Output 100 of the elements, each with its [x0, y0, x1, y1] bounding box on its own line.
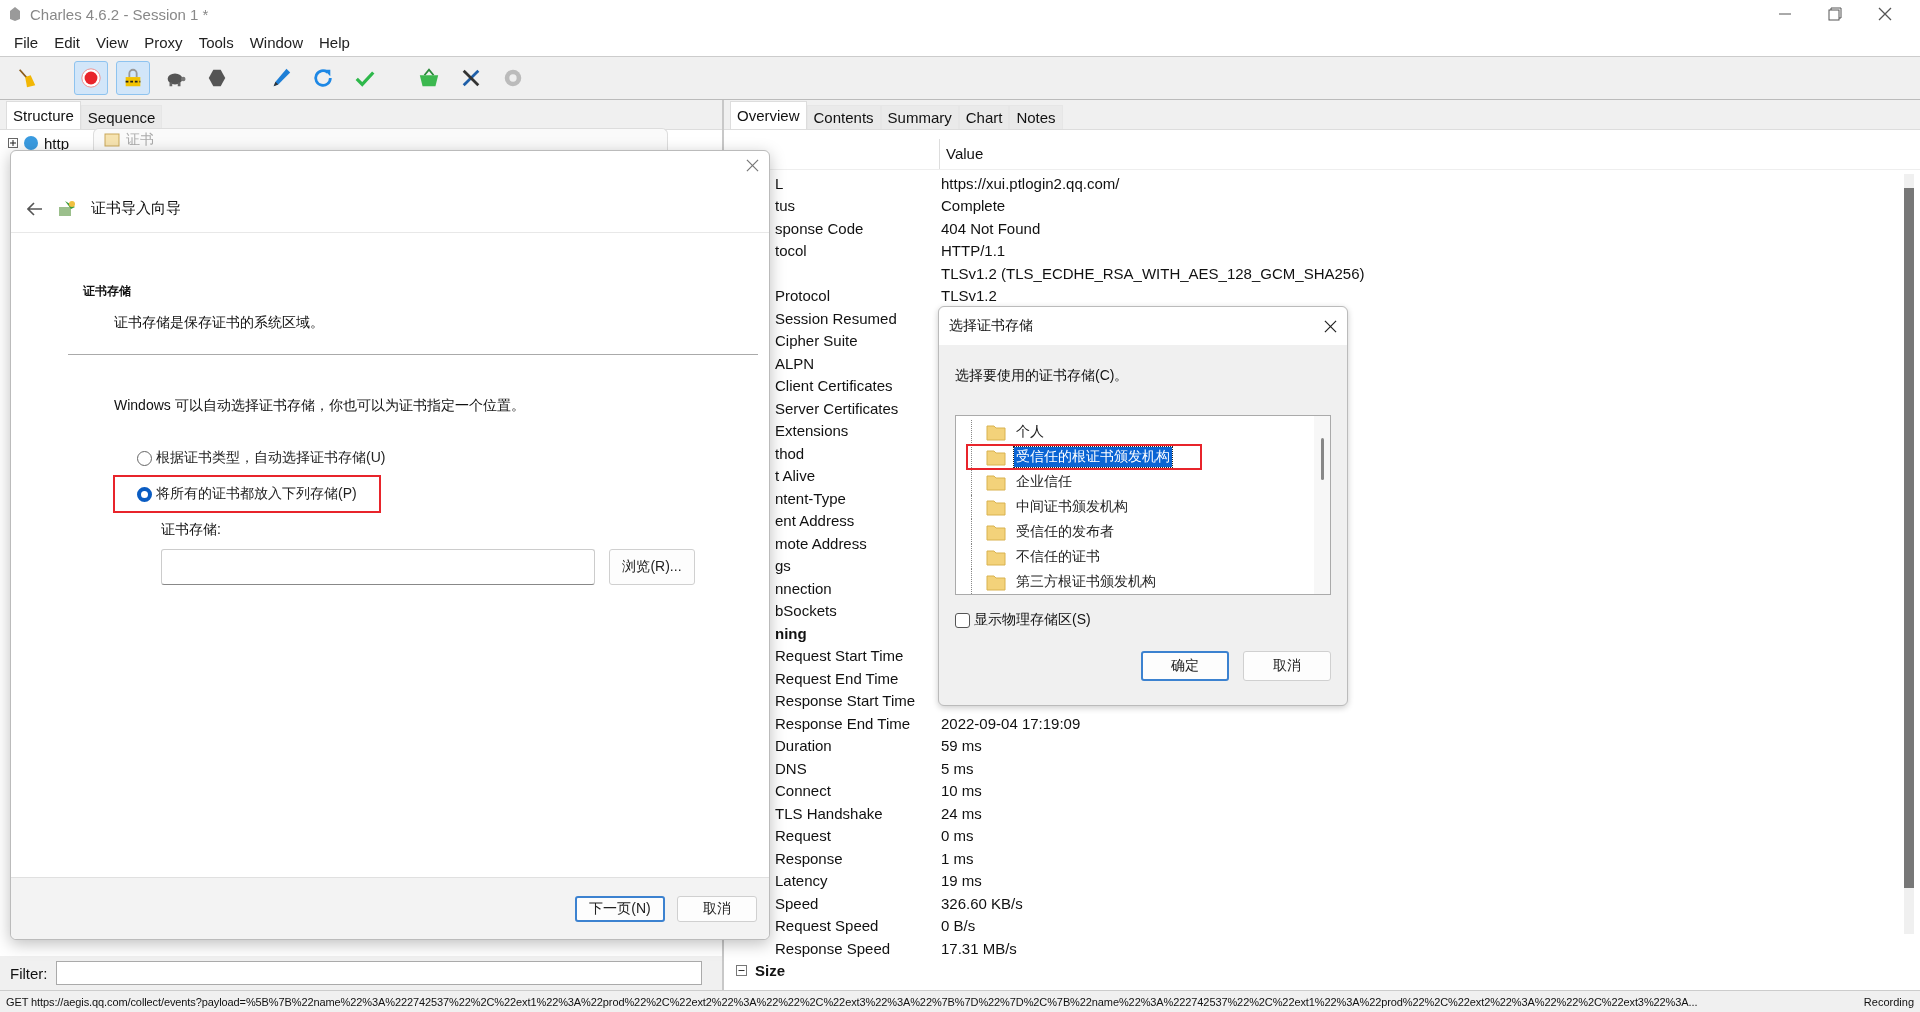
property-value: 404 Not Found: [940, 219, 1041, 237]
property-name: DNS: [775, 759, 807, 777]
store-item[interactable]: 第三方根证书颁发机构: [1014, 571, 1158, 592]
property-name: Request Start Time: [775, 647, 904, 665]
menu-item[interactable]: View: [88, 31, 137, 53]
property-name: Protocol: [775, 287, 831, 305]
filter-label: Filter:: [10, 964, 48, 982]
store-item[interactable]: 受信任的发布者: [1014, 521, 1116, 542]
store-item[interactable]: 不信任的证书: [1014, 546, 1102, 567]
property-name: tocol: [775, 242, 807, 260]
cancel-button[interactable]: 取消: [1243, 651, 1331, 681]
property-name: Speed: [775, 894, 819, 912]
section-title: 证书存储: [83, 283, 132, 300]
menu-item[interactable]: Window: [241, 31, 311, 53]
store-item[interactable]: 中间证书颁发机构: [1014, 497, 1130, 517]
scrollbar[interactable]: [1320, 438, 1324, 480]
menu-item[interactable]: Help: [311, 31, 358, 53]
section-description: 证书存储是保存证书的系统区域。: [114, 314, 325, 332]
property-name: Latency: [775, 872, 828, 890]
property-name: tus: [775, 197, 795, 215]
filter-field[interactable]: [55, 961, 702, 985]
gear-icon: [502, 67, 524, 89]
stop-icon: [206, 67, 228, 89]
property-name: Duration: [775, 737, 832, 755]
property-name: TLS Handshake: [775, 804, 883, 822]
property-value: 2022-09-04 17:19:09: [940, 714, 1081, 732]
tab[interactable]: Contents: [806, 105, 881, 129]
property-value: 1 ms: [940, 849, 974, 867]
property-value: 0 ms: [940, 827, 974, 845]
store-item[interactable]: 企业信任: [1014, 472, 1074, 493]
property-value: 59 ms: [940, 737, 982, 755]
property-name: Response: [775, 849, 843, 867]
property-name: ning: [775, 624, 807, 642]
property-name: Request End Time: [775, 669, 899, 687]
cancel-button[interactable]: 取消: [677, 895, 757, 922]
dialog-title: 证书导入向导: [91, 199, 181, 218]
tab[interactable]: Overview: [730, 101, 807, 129]
menu-item[interactable]: Edit: [46, 31, 89, 53]
intro-text: Windows 可以自动选择证书存储，你也可以为证书指定一个位置。: [114, 397, 526, 415]
property-value: HTTP/1.1: [940, 242, 1006, 260]
property-name: ALPN: [775, 354, 815, 372]
checkbox[interactable]: [955, 612, 970, 628]
property-name: Cipher Suite: [775, 332, 858, 350]
property-value: 24 ms: [940, 804, 982, 822]
checkbox-label[interactable]: 显示物理存储区(S): [974, 611, 1091, 629]
store-field[interactable]: [161, 549, 595, 585]
property-name: thod: [775, 444, 805, 462]
tree-item[interactable]: http: [44, 135, 70, 151]
recording-status: Recording: [1863, 995, 1914, 1008]
property-name: Response End Time: [775, 714, 911, 732]
folder-icon: [986, 498, 1006, 516]
record-icon: [80, 67, 102, 89]
scrollbar[interactable]: [1904, 188, 1914, 888]
restore-icon: [1828, 7, 1842, 21]
option-label[interactable]: 将所有的证书都放入下列存储(P): [156, 485, 357, 503]
column-header[interactable]: Value: [939, 138, 984, 169]
folder-icon: [986, 547, 1006, 566]
property-value: 326.60 KB/s: [940, 894, 1023, 912]
folder-icon: [986, 522, 1006, 541]
property-name: Session Resumed: [775, 309, 897, 327]
property-name: L: [775, 174, 784, 192]
window-title: Charles 4.6.2 - Session 1 *: [30, 5, 209, 23]
property-value: 0 B/s: [940, 917, 976, 935]
tab[interactable]: Sequence: [80, 105, 163, 129]
app-icon: [8, 6, 22, 22]
option-label[interactable]: 根据证书类型，自动选择证书存储(U): [156, 449, 386, 467]
browse-button[interactable]: 浏览(R)...: [609, 549, 695, 585]
property-value: https://xui.ptlogin2.qq.com/: [940, 174, 1120, 192]
store-item[interactable]: 受信任的根证书颁发机构: [1014, 447, 1172, 468]
store-item[interactable]: 个人: [1014, 422, 1046, 443]
collapse-icon: [736, 965, 747, 977]
property-name: Client Certificates: [775, 377, 893, 395]
menu-item[interactable]: Tools: [190, 31, 242, 53]
radio-button[interactable]: [137, 486, 152, 502]
prompt-text: 选择要使用的证书存储(C)。: [955, 367, 1130, 385]
radio-button[interactable]: [137, 450, 152, 466]
tab[interactable]: Summary: [880, 105, 959, 129]
folder-icon: [986, 473, 1006, 492]
menu-item[interactable]: File: [6, 31, 47, 53]
folder-icon: [986, 423, 1006, 442]
folder-icon: [986, 448, 1006, 467]
property-value: 10 ms: [940, 782, 982, 800]
property-name: sponse Code: [775, 219, 864, 237]
ok-button[interactable]: 确定: [1141, 651, 1229, 681]
property-name: nnection: [775, 579, 832, 597]
tab[interactable]: Notes: [1009, 105, 1063, 129]
property-value: Complete: [940, 197, 1006, 215]
section-title[interactable]: Size: [755, 962, 785, 980]
property-value: 19 ms: [940, 872, 982, 890]
tab[interactable]: Structure: [6, 101, 81, 129]
property-name: Request: [775, 827, 831, 845]
property-name: Extensions: [775, 422, 849, 440]
property-name: Response Speed: [775, 939, 891, 957]
tab[interactable]: Chart: [958, 105, 1010, 129]
menu-item[interactable]: Proxy: [136, 31, 191, 53]
next-button[interactable]: 下一页(N): [575, 895, 665, 922]
property-name: Server Certificates: [775, 399, 899, 417]
close-icon: [1878, 7, 1892, 21]
dialog-title: 证书: [126, 130, 154, 149]
property-name: gs: [775, 557, 791, 575]
